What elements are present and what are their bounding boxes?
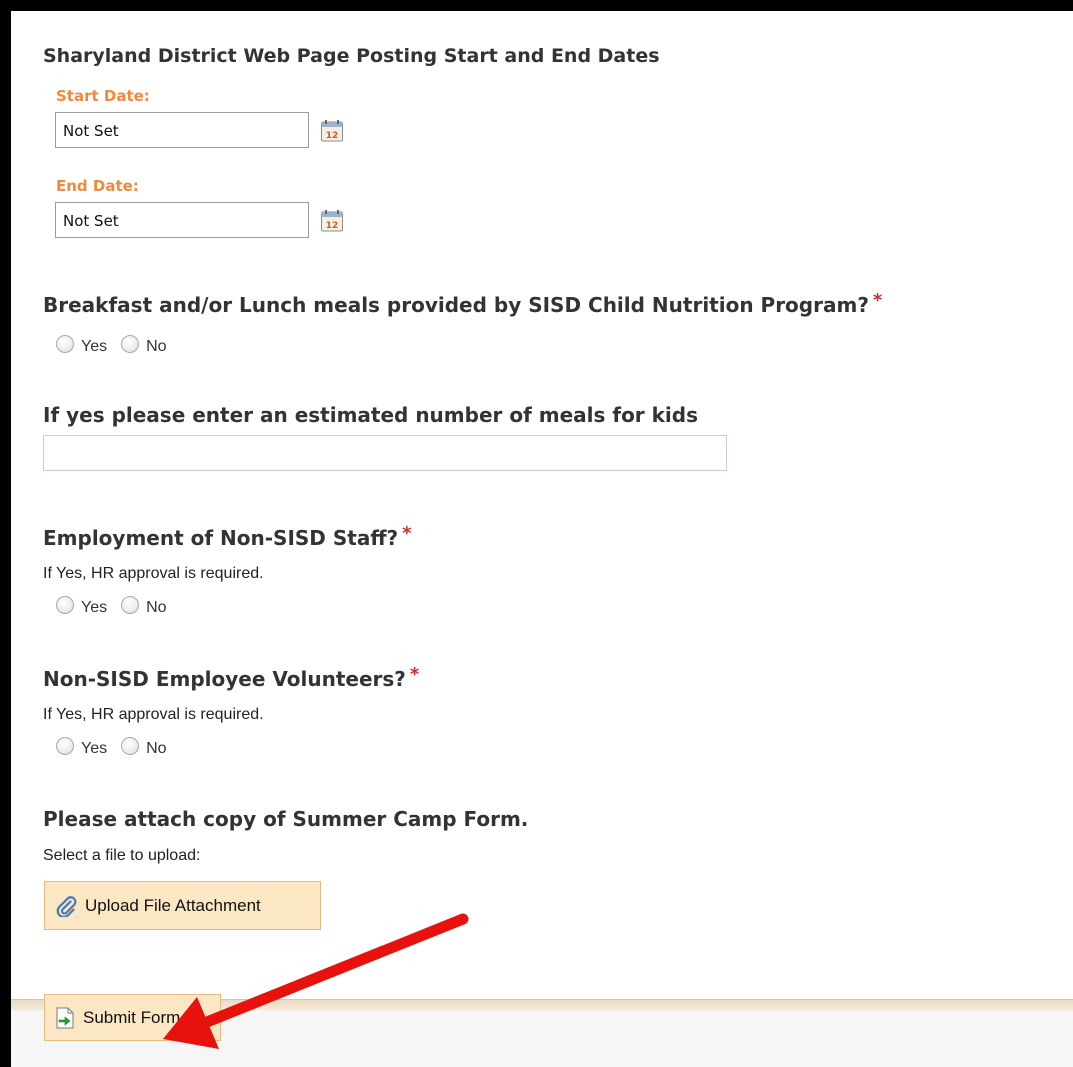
volunteers-question-title: Non-SISD Employee Volunteers? *	[43, 664, 420, 691]
upload-file-label: Upload File Attachment	[85, 895, 261, 915]
volunteers-no-radio[interactable]: No	[121, 737, 167, 757]
radio-button[interactable]	[56, 335, 74, 353]
calendar-icon[interactable]: 12	[320, 119, 344, 143]
meals-question-title: Breakfast and/or Lunch meals provided by…	[43, 290, 883, 317]
volunteers-yes-radio[interactable]: Yes	[56, 737, 108, 757]
meals-count-title: If yes please enter an estimated number …	[43, 403, 699, 427]
meals-question-text: Breakfast and/or Lunch meals provided by…	[43, 293, 869, 317]
radio-label-yes: Yes	[81, 740, 108, 757]
attachment-title: Please attach copy of Summer Camp Form.	[43, 807, 529, 831]
end-date-label: End Date:	[56, 177, 139, 195]
radio-button[interactable]	[56, 596, 74, 614]
calendar-icon[interactable]: 12	[320, 209, 344, 233]
volunteers-helper-text: If Yes, HR approval is required.	[43, 706, 264, 723]
volunteers-radio-group: Yes No	[56, 737, 181, 757]
meals-count-input[interactable]	[43, 435, 727, 471]
radio-label-no: No	[146, 338, 167, 355]
posting-dates-title: Sharyland District Web Page Posting Star…	[43, 45, 660, 67]
submit-form-label: Submit Form	[83, 1007, 181, 1027]
radio-button[interactable]	[121, 596, 140, 614]
submit-form-button[interactable]: Submit Form	[44, 994, 221, 1041]
radio-label-yes: Yes	[81, 599, 108, 616]
employment-helper-text: If Yes, HR approval is required.	[43, 565, 264, 582]
start-date-label: Start Date:	[56, 87, 150, 105]
radio-label-no: No	[146, 599, 167, 616]
required-marker: *	[402, 523, 412, 544]
radio-label-no: No	[146, 740, 167, 757]
radio-button[interactable]	[121, 335, 140, 353]
meals-no-radio[interactable]: No	[121, 335, 167, 355]
file-select-label: Select a file to upload:	[43, 847, 201, 864]
required-marker: *	[872, 290, 883, 311]
meals-radio-group: Yes No	[56, 335, 181, 355]
svg-text:12: 12	[326, 221, 339, 231]
employment-yes-radio[interactable]: Yes	[56, 596, 108, 616]
employment-question-title: Employment of Non-SISD Staff? *	[43, 523, 412, 550]
start-date-field[interactable]: Not Set	[55, 112, 309, 148]
meals-yes-radio[interactable]: Yes	[56, 335, 108, 355]
upload-file-button[interactable]: Upload File Attachment	[44, 881, 321, 930]
radio-button[interactable]	[121, 737, 140, 755]
employment-radio-group: Yes No	[56, 596, 181, 616]
submit-form-icon	[55, 1007, 75, 1029]
volunteers-question-text: Non-SISD Employee Volunteers?	[43, 667, 406, 691]
svg-text:12: 12	[326, 131, 339, 141]
radio-label-yes: Yes	[81, 338, 108, 355]
required-marker: *	[409, 664, 420, 685]
paperclip-icon	[55, 895, 77, 917]
end-date-field[interactable]: Not Set	[55, 202, 309, 238]
employment-no-radio[interactable]: No	[121, 596, 167, 616]
employment-question-text: Employment of Non-SISD Staff?	[43, 526, 399, 550]
radio-button[interactable]	[56, 737, 74, 755]
form-page: Sharyland District Web Page Posting Star…	[11, 11, 1073, 1067]
